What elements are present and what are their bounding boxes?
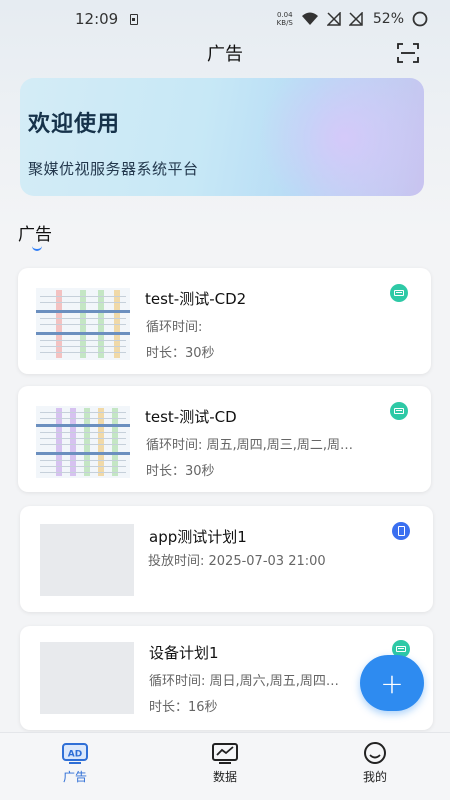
ad-schedule-time: 投放时间: 2025-07-03 21:00 xyxy=(148,554,326,569)
wifi-icon xyxy=(301,12,318,25)
section-indicator xyxy=(32,245,42,251)
ad-icon-text: AD xyxy=(68,750,82,760)
display-icon xyxy=(390,402,408,420)
ad-duration: 时长：30秒 xyxy=(146,346,215,361)
chart-icon xyxy=(212,743,238,764)
battery-percent: 52% xyxy=(372,11,404,27)
ad-thumbnail xyxy=(40,524,134,596)
tab-profile[interactable]: 我的 xyxy=(300,733,450,800)
ad-duration: 时长：30秒 xyxy=(146,464,215,479)
battery-icon xyxy=(412,11,428,27)
page-title: 广告 xyxy=(207,44,243,65)
sim-icon xyxy=(130,13,139,25)
scan-icon[interactable] xyxy=(396,41,420,65)
ad-card[interactable]: test-测试-CD 循环时间: 周五,周四,周三,周二,周… 时长：30秒 xyxy=(18,386,431,492)
tab-data[interactable]: 数据 xyxy=(150,733,300,800)
display-icon xyxy=(390,284,408,302)
ad-title: test-测试-CD2 xyxy=(145,290,247,308)
net-speed: 0.04 KB/S xyxy=(277,11,293,27)
tab-bar: AD 广告 数据 我的 xyxy=(0,732,450,800)
no-signal-icon-2 xyxy=(348,12,363,26)
ad-card[interactable]: test-测试-CD2 循环时间: 时长：30秒 xyxy=(18,268,431,374)
ad-cycle-time: 循环时间: 周五,周四,周三,周二,周… xyxy=(146,438,354,453)
ad-cycle-time: 循环时间: 周日,周六,周五,周四… xyxy=(149,674,339,689)
ad-card[interactable]: app测试计划1 投放时间: 2025-07-03 21:00 xyxy=(20,506,433,612)
nav-bar: 广告 xyxy=(0,38,450,68)
ad-thumbnail xyxy=(36,288,130,360)
tab-ads[interactable]: AD 广告 xyxy=(0,733,150,800)
smile-icon xyxy=(364,742,386,764)
ad-title: 设备计划1 xyxy=(149,644,219,662)
add-button[interactable]: + xyxy=(360,655,424,711)
ad-icon: AD xyxy=(62,743,88,764)
ad-thumbnail xyxy=(36,406,130,478)
welcome-banner: 欢迎使用 聚媒优视服务器系统平台 xyxy=(20,78,424,196)
banner-subtitle: 聚媒优视服务器系统平台 xyxy=(28,160,199,178)
status-bar: 12:09 0.04 KB/S 52% xyxy=(0,0,450,38)
tab-label: 数据 xyxy=(212,770,237,784)
no-signal-icon xyxy=(326,12,341,26)
phone-icon xyxy=(392,522,410,540)
banner-title: 欢迎使用 xyxy=(28,112,121,137)
tab-label: 我的 xyxy=(362,770,387,784)
ad-title: app测试计划1 xyxy=(149,528,247,546)
net-speed-unit: KB/S xyxy=(276,19,293,27)
ad-duration: 时长：16秒 xyxy=(149,700,218,715)
ad-cycle-time: 循环时间: xyxy=(146,320,203,335)
net-speed-value: 0.04 xyxy=(276,11,293,19)
status-right: 0.04 KB/S 52% xyxy=(277,11,428,27)
ad-thumbnail xyxy=(40,642,134,714)
section-title: 广告 xyxy=(18,225,52,245)
tab-label: 广告 xyxy=(62,770,87,784)
status-time: 12:09 xyxy=(75,10,119,28)
ad-title: test-测试-CD xyxy=(145,408,237,426)
